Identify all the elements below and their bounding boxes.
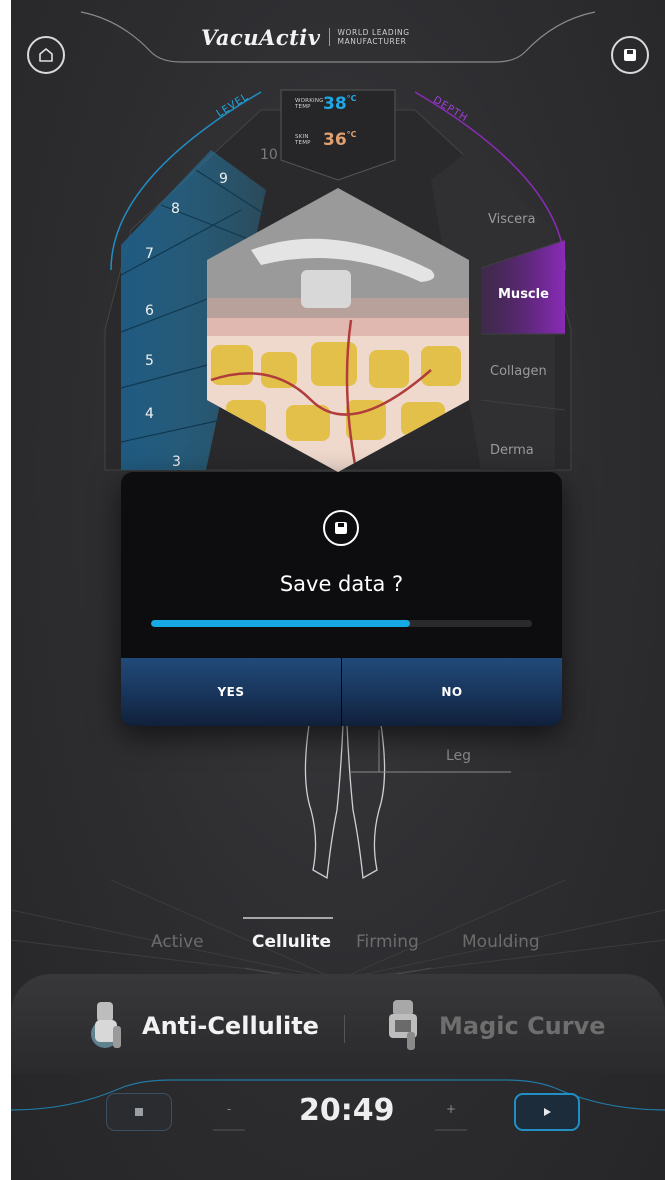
level-4[interactable]: 4 xyxy=(145,406,154,422)
app-screen: VacuActiv WORLD LEADING MANUFACTURER LEV… xyxy=(11,0,665,1180)
depth-collagen[interactable]: Collagen xyxy=(490,364,547,379)
body-area-leg[interactable]: Leg xyxy=(446,748,471,764)
save-data-dialog: Save data ? YES NO xyxy=(121,472,562,726)
play-button[interactable] xyxy=(514,1093,580,1131)
skin-temp: SKIN TEMP 36°C xyxy=(295,130,357,150)
yes-button[interactable]: YES xyxy=(121,658,341,726)
brand-name: VacuActiv xyxy=(201,24,321,50)
floppy-disk-icon xyxy=(323,510,359,546)
mode-tab-cellulite[interactable]: Cellulite xyxy=(252,932,331,952)
mode-tab-active[interactable]: Active xyxy=(151,932,204,952)
program-anti-cellulite[interactable]: Anti-Cellulite xyxy=(142,1012,319,1040)
stop-button[interactable] xyxy=(106,1093,172,1131)
save-button[interactable] xyxy=(611,36,649,74)
tagline-line-1: WORLD LEADING xyxy=(337,28,410,37)
increase-time-button[interactable]: + xyxy=(432,1102,470,1116)
save-progress-bar xyxy=(151,620,532,627)
brand-tagline: WORLD LEADING MANUFACTURER xyxy=(338,28,410,46)
level-8[interactable]: 8 xyxy=(171,201,180,217)
mode-tab-firming[interactable]: Firming xyxy=(356,932,419,952)
play-icon xyxy=(544,1108,551,1116)
leg-label-line xyxy=(351,730,511,773)
level-6[interactable]: 6 xyxy=(145,303,154,319)
skin-temp-value: 36°C xyxy=(323,130,357,150)
level-5[interactable]: 5 xyxy=(145,353,154,369)
stop-icon xyxy=(135,1108,143,1116)
brand-logo: VacuActiv WORLD LEADING MANUFACTURER xyxy=(201,22,410,52)
decrease-time-button[interactable]: - xyxy=(210,1102,248,1116)
logo-divider xyxy=(328,28,330,46)
level-10[interactable]: 10 xyxy=(260,147,278,163)
mode-tab-moulding[interactable]: Moulding xyxy=(462,932,540,952)
working-temp-value: 38°C xyxy=(323,94,357,114)
level-7[interactable]: 7 xyxy=(145,246,154,262)
program-magic-curve[interactable]: Magic Curve xyxy=(439,1012,606,1040)
working-temp: WORKING TEMP 38°C xyxy=(295,94,357,114)
dialog-title: Save data ? xyxy=(279,572,404,596)
home-button[interactable] xyxy=(27,36,65,74)
magic-curve-handpiece-icon xyxy=(389,1000,417,1050)
floppy-disk-icon xyxy=(624,49,636,61)
skin-temp-label: SKIN TEMP xyxy=(295,134,311,146)
depth-viscera[interactable]: Viscera xyxy=(488,212,535,227)
depth-muscle[interactable]: Muscle xyxy=(498,287,549,302)
no-button[interactable]: NO xyxy=(342,658,562,726)
depth-derma[interactable]: Derma xyxy=(490,443,534,458)
save-progress-fill xyxy=(151,620,411,627)
program-divider xyxy=(344,1015,345,1043)
anti-cellulite-handpiece-icon xyxy=(91,1002,121,1048)
working-temp-label: WORKING TEMP xyxy=(295,98,324,110)
tagline-line-2: MANUFACTURER xyxy=(337,37,407,46)
timer-display: 20:49 xyxy=(299,1093,395,1128)
level-9[interactable]: 9 xyxy=(219,171,228,187)
level-3[interactable]: 3 xyxy=(172,454,181,470)
home-icon xyxy=(39,48,53,62)
